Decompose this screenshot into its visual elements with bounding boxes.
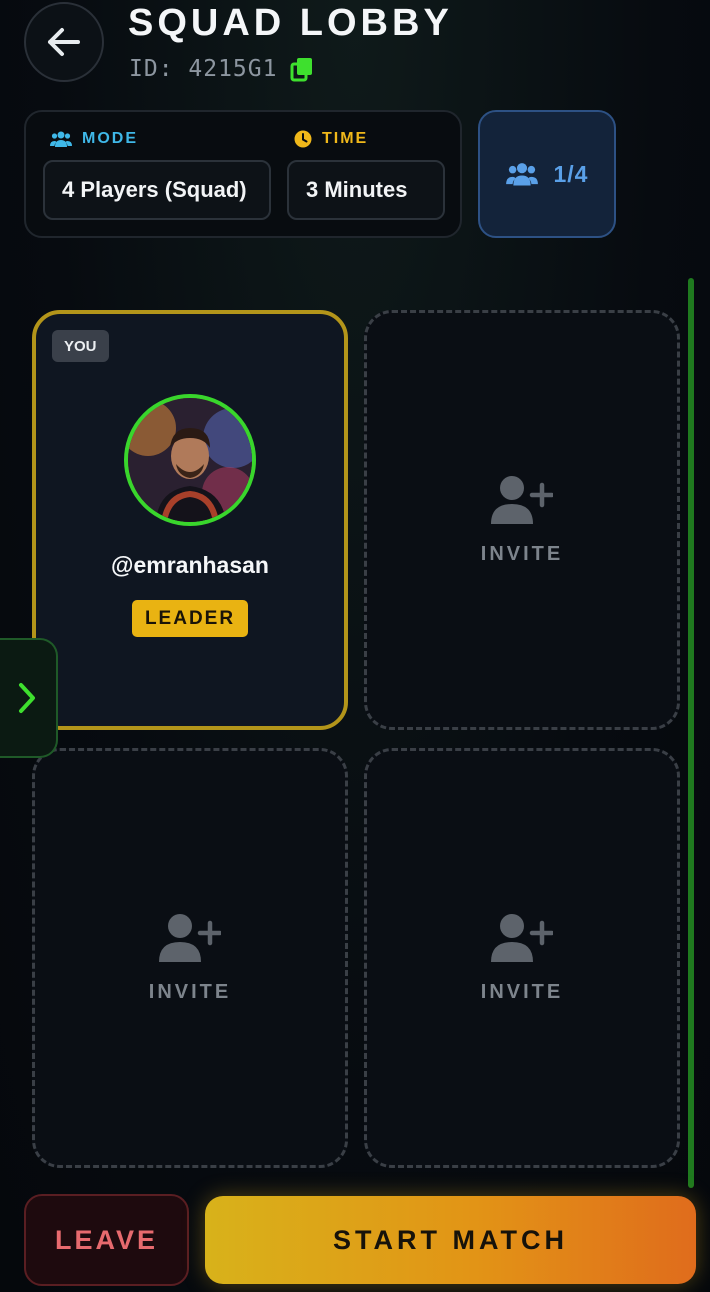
users-icon <box>505 163 538 186</box>
clock-icon <box>294 130 312 148</box>
invite-label: INVITE <box>148 980 232 1003</box>
page-title: SQUAD LOBBY <box>128 2 453 44</box>
scrollbar[interactable] <box>688 278 694 1188</box>
user-plus-icon <box>159 913 221 962</box>
lobby-id-row: ID: 4215G1 <box>129 56 315 82</box>
invite-label: INVITE <box>480 980 564 1003</box>
users-icon <box>50 131 72 147</box>
player-slot-you[interactable]: YOU @emranhasan LEADER <box>32 310 348 730</box>
avatar-image <box>128 398 252 522</box>
start-match-button[interactable]: START MATCH <box>205 1196 696 1284</box>
time-select[interactable]: 3 Minutes <box>287 160 445 220</box>
mode-label-row: MODE <box>50 130 138 148</box>
arrow-left-icon <box>48 28 80 56</box>
player-count: 1/4 <box>553 160 589 187</box>
mode-label: MODE <box>82 130 138 147</box>
leader-badge: LEADER <box>132 600 248 637</box>
invite-slot-3[interactable]: INVITE <box>32 748 348 1168</box>
mode-select[interactable]: 4 Players (Squad) <box>43 160 271 220</box>
username: @emranhasan <box>111 552 269 578</box>
user-plus-icon <box>491 475 553 524</box>
invite-slot-2[interactable]: INVITE <box>364 310 680 730</box>
player-count-box: 1/4 <box>478 110 616 238</box>
invite-slot-4[interactable]: INVITE <box>364 748 680 1168</box>
avatar <box>124 394 256 526</box>
lobby-id: ID: 4215G1 <box>129 56 278 82</box>
side-drawer-tab[interactable] <box>0 638 58 758</box>
invite-label: INVITE <box>480 542 564 565</box>
copy-icon[interactable] <box>289 56 315 82</box>
time-label-row: TIME <box>294 130 368 148</box>
user-plus-icon <box>491 913 553 962</box>
chevron-right-icon <box>19 683 35 713</box>
time-label: TIME <box>322 130 369 147</box>
back-button[interactable] <box>24 2 104 82</box>
leave-button[interactable]: LEAVE <box>24 1194 189 1286</box>
settings-panel: MODE 4 Players (Squad) TIME 3 Minutes <box>24 110 462 238</box>
you-badge: YOU <box>52 330 109 362</box>
